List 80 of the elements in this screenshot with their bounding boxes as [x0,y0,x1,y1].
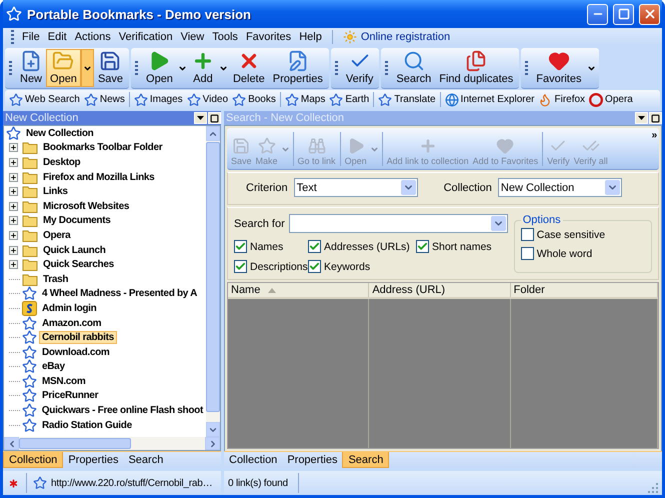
checkbox[interactable]: Short names [416,240,508,253]
tree-item[interactable]: Cernobil rabbits [39,331,117,344]
checkbox[interactable]: Keywords [308,260,414,273]
pane-tab[interactable]: Collection [3,452,64,468]
menu-item[interactable]: Edit [44,31,71,43]
pane-title: Search - New Collection [226,112,345,124]
registration-link[interactable]: Online registration [338,30,454,44]
checkbox[interactable]: Descriptions [234,260,306,273]
link-button[interactable]: News [82,92,127,106]
toolbar-button[interactable]: Open [142,49,177,87]
tree-item[interactable]: Quick Searches [40,258,117,272]
tree-item[interactable]: 4 Wheel Madness - Presented by A [39,287,200,300]
tree-item[interactable]: Download.com [39,346,113,359]
tree-item[interactable]: Opera [40,228,74,242]
collection-dropdown[interactable]: New Collection [498,178,622,197]
toolbar-button[interactable]: Delete [228,49,269,87]
tree-item[interactable]: Trash [40,272,72,286]
tree-item[interactable]: New Collection [23,126,96,140]
tree-item[interactable]: PriceRunner [39,389,102,402]
menu-item[interactable]: View [176,31,208,43]
tree-item[interactable]: Admin login [39,302,100,315]
link-button[interactable]: Maps [282,92,328,106]
tree-item[interactable]: Amazon.com [39,316,104,330]
menu-item[interactable]: Help [295,31,326,43]
tree-item[interactable]: Microsoft Websites [40,200,132,213]
tree-item[interactable]: My Documents [40,214,114,228]
column-header[interactable]: Address (URL) [369,283,511,297]
tree-item[interactable]: Quick Launch [40,244,109,257]
criterion-dropdown[interactable]: Text [294,178,418,197]
status-url: http://www.220.ro/stuff/Cernobil_rab… [51,478,212,488]
tree-item[interactable]: MSN.com [39,374,88,388]
window-title: Portable Bookmarks - Demo version [27,6,252,22]
pane-tab[interactable]: Collection [224,452,282,468]
menu-item[interactable]: Verification [114,31,177,43]
checkbox[interactable]: Addresses (URLs) [308,240,414,253]
menu-item[interactable]: Actions [70,31,115,43]
link-button[interactable]: Earth [327,92,372,106]
link-button[interactable]: Internet Explorer [442,92,536,106]
pane-title: New Collection [5,112,80,124]
tree-item[interactable]: Links [40,185,71,198]
pane-tab[interactable]: Search [123,452,168,468]
link-button[interactable]: Translate [376,92,438,106]
menu-item[interactable]: File [18,31,44,43]
toolbar-button[interactable]: Verify [342,49,378,87]
toolbar-button[interactable]: Open [46,49,81,87]
group-title: Options [522,214,562,226]
toolbar-button[interactable]: Search [392,49,436,87]
tree-item[interactable]: Radio Station Guide [39,418,135,432]
status-text: 0 link(s) found [228,478,288,488]
toolbar-button[interactable]: Properties [268,49,327,87]
column-header[interactable]: Name [228,283,370,297]
toolbar-button[interactable]: Add [188,49,218,87]
field-label: Search for [234,218,285,230]
toolbar-button[interactable]: Favorites [532,49,586,87]
field-label: Collection [444,182,492,194]
link-button[interactable]: Books [230,92,278,106]
toolbar-button[interactable]: Save [94,49,128,87]
checkbox[interactable]: Names [234,240,306,253]
toolbar-button[interactable]: Find duplicates [435,49,518,87]
toolbar-button[interactable]: New [16,49,46,87]
link-button[interactable]: Web Search [7,92,82,106]
tree-item[interactable]: Firefox and Mozilla Links [40,170,158,184]
column-header[interactable]: Folder [510,283,658,297]
menu-item[interactable]: Tools [208,31,242,43]
tree-item[interactable]: Quickwars - Free online Flash shoot [38,404,206,418]
pane-tab[interactable]: Properties [282,452,342,468]
tree-item[interactable]: eBay [39,360,68,374]
link-button[interactable]: Video [184,92,230,106]
field-label: Criterion [246,182,288,194]
link-button[interactable]: Opera [587,92,635,106]
link-button[interactable]: Firefox [536,92,588,106]
more-button[interactable]: » [652,130,657,168]
link-button[interactable]: Images [132,92,185,106]
pane-tab[interactable]: Search [342,452,390,468]
checkbox[interactable]: Case sensitive [520,228,645,241]
tree-item[interactable]: Bookmarks Toolbar Folder [40,141,166,154]
pane-tab[interactable]: Properties [63,452,124,468]
tree-item[interactable]: Desktop [40,156,84,169]
menu-item[interactable]: Favorites [242,31,296,43]
checkbox[interactable]: Whole word [520,247,645,260]
